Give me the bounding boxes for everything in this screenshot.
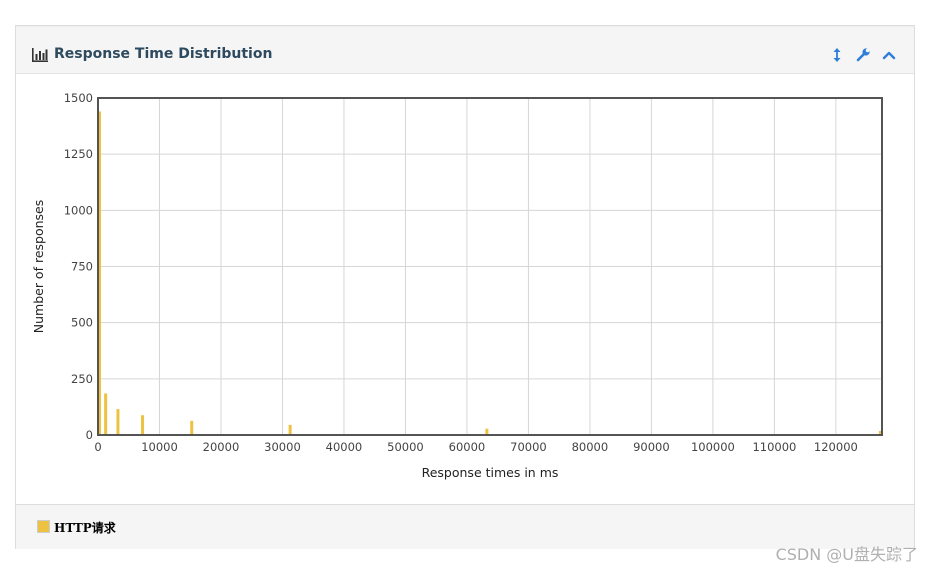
x-tick-label: 90000 [633, 440, 670, 454]
panel-header: Response Time Distribution [16, 26, 914, 74]
y-tick-label: 500 [71, 316, 93, 330]
x-tick-label: 40000 [326, 440, 363, 454]
y-tick-label: 0 [86, 428, 93, 442]
y-tick-label: 1500 [64, 91, 93, 105]
response-time-panel: Response Time Distribution 0 250 500 750 100… [15, 25, 915, 549]
y-tick-label: 750 [71, 260, 93, 274]
y-tick-label: 250 [71, 372, 93, 386]
x-tick-label: 110000 [752, 440, 796, 454]
x-tick-label: 10000 [141, 440, 178, 454]
x-axis-label: Response times in ms [422, 465, 559, 480]
bar-chart-icon [32, 48, 48, 62]
chevron-up-icon[interactable] [881, 47, 897, 63]
x-tick-label: 30000 [264, 440, 301, 454]
response-time-chart: 0 250 500 750 1000 1250 1500 0 10000 20000 30000 40… [31, 91, 883, 480]
x-tick-label: 50000 [387, 440, 424, 454]
x-tick-label: 100000 [691, 440, 735, 454]
x-tick-label: 120000 [814, 440, 858, 454]
watermark: CSDN @U盘失踪了 [775, 545, 918, 564]
bar[interactable] [288, 424, 292, 435]
x-tick-label: 80000 [572, 440, 609, 454]
bar[interactable] [104, 393, 108, 435]
y-tick-label: 1000 [64, 203, 93, 217]
x-tick-label: 0 [94, 440, 101, 454]
x-tick-label: 60000 [449, 440, 486, 454]
wrench-icon[interactable] [855, 47, 871, 63]
bar[interactable] [190, 420, 194, 435]
x-tick-label: 20000 [203, 440, 240, 454]
legend-label[interactable]: HTTP请求 [54, 519, 116, 536]
bar[interactable] [141, 415, 145, 435]
y-axis-label: Number of responses [31, 200, 46, 334]
panel-title: Response Time Distribution [54, 46, 273, 62]
y-tick-label: 1250 [64, 147, 93, 161]
x-tick-label: 70000 [510, 440, 547, 454]
bar[interactable] [116, 409, 120, 435]
legend-swatch [37, 520, 50, 533]
vertical-resize-icon[interactable] [829, 47, 845, 63]
